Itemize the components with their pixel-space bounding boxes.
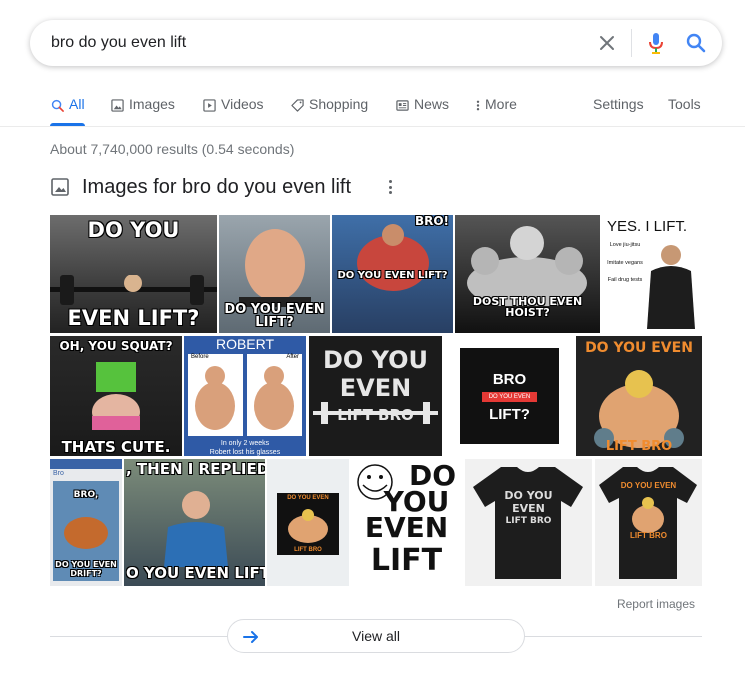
tab-label: More [485,96,517,112]
tools-label: Tools [668,96,701,112]
meme-text: Love jiu-jitsu [609,242,641,248]
image-thumbnail[interactable]: BRO! DO YOU EVEN LIFT? [332,215,453,333]
search-icon[interactable] [684,31,708,55]
meme-text: Bro [53,470,64,477]
image-thumbnail[interactable]: DO YOU EVEN LIFT [351,459,462,586]
meme-text: DO YOU [504,489,553,502]
meme-caption: DO YOU [322,346,429,374]
microphone-icon[interactable] [644,31,668,55]
meme-text: In only 2 weeks [220,440,270,447]
tab-label: Videos [221,96,264,112]
meme-caption: EVEN [339,374,412,402]
meme-caption: LIFT BRO [337,406,414,424]
more-vert-icon [475,98,481,112]
meme-caption: DO YOU EVEN DRIFT? [55,560,117,578]
tag-icon [290,98,304,112]
meme-caption: LIFT [370,543,443,578]
meme-caption: BRO, [73,490,99,500]
tab-label: Shopping [309,96,369,112]
settings-link[interactable]: Settings [593,96,644,126]
report-images-link[interactable]: Report images [617,597,695,611]
play-icon [202,98,216,112]
meme-caption: DO YOU EVEN LIFT? [337,270,448,281]
image-thumbnail[interactable]: DOST THOU EVEN HOIST? [455,215,600,333]
meme-text: LIFT BRO [294,547,322,553]
meme-caption: BRO [492,371,527,388]
images-section-header: Images for bro do you even lift [50,175,351,199]
meme-caption: THATS CUTE. [61,438,171,456]
more-options-icon[interactable] [382,178,398,196]
meme-caption: ROBERT [215,336,275,352]
meme-caption: LIFT? [489,406,530,423]
tab-label: Images [129,96,175,112]
image-thumbnail[interactable]: DO YOU EVEN LIFT? [219,215,330,333]
tab-label: All [69,96,85,112]
meme-caption: DOST THOU EVEN HOIST? [472,294,583,320]
meme-caption: DO YOU [87,218,180,242]
image-thumbnail[interactable]: ROBERT Before After In only 2 weeks Robe… [184,336,306,456]
image-icon [50,177,70,197]
meme-text: LIFT BRO [630,531,667,540]
tab-images[interactable]: Images [110,96,175,126]
meme-caption: EVEN LIFT? [67,305,200,330]
tab-more[interactable]: More [475,96,517,126]
tab-all[interactable]: All [50,96,85,126]
meme-text: DO YOU EVEN [287,495,329,501]
image-thumbnail[interactable]: Bro BRO, DO YOU EVEN DRIFT? [50,459,122,586]
view-all-button[interactable]: View all [227,619,525,653]
meme-text: Robert lost his glasses [209,449,281,456]
search-bar[interactable] [30,20,722,66]
meme-caption: O YOU EVEN LIFT [126,564,265,583]
image-thumbnail[interactable]: DO YOU EVEN LIFT BRO [576,336,702,456]
meme-caption: , THEN I REPLIED WI [126,460,265,478]
meme-caption: LIFT BRO [605,439,673,454]
meme-text: Imitate vegans [607,260,643,267]
tabs-divider [0,126,745,127]
search-tabs: All Images Videos Shopping News More Set… [50,96,710,126]
image-thumbnail[interactable]: YES. I LIFT. Love jiu-jitsu Imitate vega… [603,215,702,333]
meme-text: Fail drug tests [607,276,643,283]
meme-caption: DO YOU EVEN LIFT? [224,301,325,331]
image-thumbnail[interactable]: DO YOU EVEN LIFT BRO [465,459,592,586]
tab-shopping[interactable]: Shopping [290,96,368,126]
tab-videos[interactable]: Videos [202,96,264,126]
meme-text: LIFT BRO [505,516,552,526]
image-thumbnail[interactable]: DO YOU EVEN LIFT BRO [267,459,349,586]
result-stats: About 7,740,000 results (0.54 seconds) [50,141,295,157]
arrow-right-icon [242,628,260,646]
tab-label: News [414,96,450,112]
news-icon [395,98,409,112]
tab-news[interactable]: News [395,96,449,126]
clear-icon[interactable] [595,31,619,55]
image-thumbnail[interactable]: , THEN I REPLIED WI O YOU EVEN LIFT [124,459,265,586]
image-thumbnail[interactable]: DO YOU EVEN LIFT BRO [309,336,442,456]
meme-caption: BRO! [414,215,449,228]
meme-caption: EVEN [364,511,449,544]
meme-text: DO YOU EVEN [482,392,537,402]
view-all-label: View all [352,628,400,644]
image-thumbnail[interactable]: DO YOU EVEN LIFT? [50,215,217,333]
meme-text: DO YOU EVEN [620,481,677,490]
meme-caption: OH, YOU SQUAT? [59,339,173,353]
meme-caption: YES. I LIFT. [607,218,688,235]
meme-text: EVEN [512,502,545,515]
settings-label: Settings [593,96,644,112]
image-thumbnail[interactable]: BRO DO YOU EVEN LIFT? [445,336,574,456]
tools-link[interactable]: Tools [668,96,701,126]
images-section-title: Images for bro do you even lift [82,175,352,198]
image-thumbnail[interactable]: OH, YOU SQUAT? THATS CUTE. [50,336,182,456]
search-input[interactable] [51,34,571,52]
search-divider [631,29,632,57]
search-icon [50,98,64,112]
image-thumbnail[interactable]: DO YOU EVEN LIFT BRO [595,459,702,586]
image-icon [110,98,124,112]
meme-caption: DO YOU EVEN [585,340,693,356]
